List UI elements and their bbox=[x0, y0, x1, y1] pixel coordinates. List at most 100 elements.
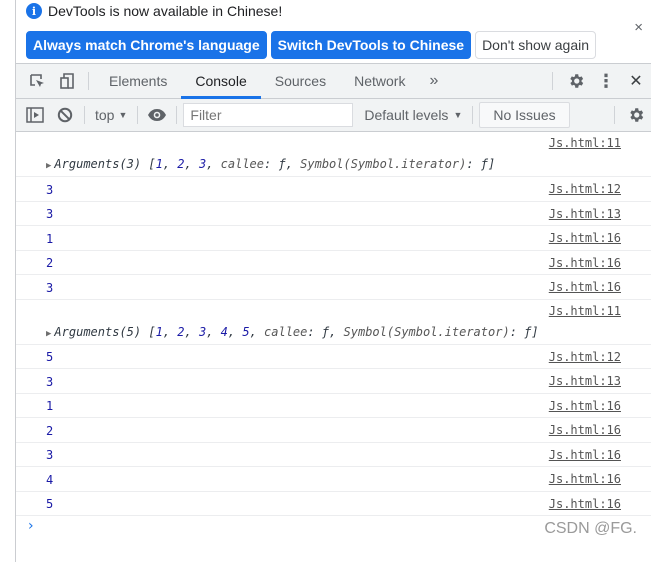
callee-key: callee bbox=[264, 324, 308, 339]
array-item: 1 bbox=[155, 324, 163, 339]
source-link[interactable]: Js.html:16 bbox=[549, 423, 621, 437]
array-item: 2 bbox=[177, 157, 185, 171]
clear-console-icon[interactable] bbox=[50, 101, 80, 129]
source-link[interactable]: Js.html:11 bbox=[549, 136, 621, 150]
source-link[interactable]: Js.html:12 bbox=[549, 350, 621, 364]
console-message: 3 Js.html:16 bbox=[16, 275, 651, 300]
console-message: 5 Js.html:12 bbox=[16, 345, 651, 369]
toolbar-divider bbox=[472, 106, 474, 124]
live-expression-eye-icon[interactable] bbox=[142, 101, 172, 129]
array-item: 2 bbox=[177, 324, 185, 339]
tab-console[interactable]: Console bbox=[181, 64, 262, 99]
logged-number: 1 bbox=[46, 399, 54, 413]
log-levels-label: Default levels bbox=[364, 107, 449, 123]
console-message: 1 Js.html:16 bbox=[16, 226, 651, 251]
console-message-object: Js.html:11 ▶ Arguments(3) [1, 2, 3, callee… bbox=[16, 132, 651, 177]
logged-number: 3 bbox=[46, 374, 54, 389]
array-item: 4 bbox=[220, 324, 228, 339]
expand-triangle-icon[interactable]: ▶ bbox=[46, 329, 51, 339]
console-messages: Js.html:11 ▶ Arguments(3) [1, 2, 3, callee… bbox=[16, 132, 651, 542]
tabbar-right-controls: ⋮ ✕ bbox=[544, 64, 651, 98]
console-message: 5 Js.html:16 bbox=[16, 492, 651, 516]
device-toolbar-icon[interactable] bbox=[52, 64, 82, 98]
source-link[interactable]: Js.html:16 bbox=[549, 231, 621, 245]
toolbar-divider bbox=[552, 72, 553, 90]
object-label: Arguments(3) bbox=[54, 157, 142, 171]
logged-number: 1 bbox=[46, 231, 54, 246]
prompt-chevron-icon: › bbox=[28, 518, 34, 534]
console-message: 3 Js.html:13 bbox=[16, 369, 651, 394]
function-glyph: ƒ bbox=[524, 324, 532, 339]
toolbar-divider bbox=[176, 106, 178, 124]
console-message: 3 Js.html:16 bbox=[16, 443, 651, 467]
log-levels-dropdown[interactable]: Default levels ▼ bbox=[364, 107, 462, 123]
source-link[interactable]: Js.html:16 bbox=[549, 256, 621, 270]
close-devtools-icon[interactable]: ✕ bbox=[621, 71, 651, 91]
source-link[interactable]: Js.html:11 bbox=[549, 304, 621, 318]
source-link[interactable]: Js.html:16 bbox=[549, 280, 621, 294]
toolbar-divider bbox=[84, 106, 85, 124]
console-message: 3 Js.html:13 bbox=[16, 202, 651, 226]
language-infobar: i DevTools is now available in Chinese! … bbox=[16, 0, 651, 64]
toolbar-divider bbox=[614, 106, 615, 124]
logged-number: 3 bbox=[46, 182, 54, 197]
logged-number: 2 bbox=[46, 423, 54, 438]
symbol-key: Symbol(Symbol.iterator) bbox=[343, 324, 510, 339]
source-link[interactable]: Js.html:16 bbox=[549, 472, 621, 486]
logged-number: 3 bbox=[46, 280, 54, 295]
console-message-object: Js.html:11 ▶ Arguments(5) [1, 2, 3, 4, 5, … bbox=[16, 300, 651, 345]
source-link[interactable]: Js.html:12 bbox=[549, 182, 621, 196]
console-prompt[interactable]: › CSDN @FG. bbox=[16, 516, 651, 542]
symbol-key: Symbol(Symbol.iterator) bbox=[300, 157, 467, 171]
source-link[interactable]: Js.html:13 bbox=[549, 207, 621, 221]
infobar-close-icon[interactable]: × bbox=[634, 19, 643, 36]
function-glyph: ƒ bbox=[278, 157, 286, 171]
logged-number: 3 bbox=[46, 448, 54, 462]
array-item: 3 bbox=[198, 324, 207, 339]
tab-network[interactable]: Network bbox=[340, 64, 419, 98]
console-message: 4 Js.html:16 bbox=[16, 467, 651, 492]
expand-triangle-icon[interactable]: ▶ bbox=[46, 161, 51, 171]
source-link[interactable]: Js.html:13 bbox=[549, 374, 621, 388]
settings-gear-icon[interactable] bbox=[561, 72, 591, 90]
function-glyph: ƒ bbox=[321, 324, 330, 339]
infobar-buttons: Always match Chrome's language Switch De… bbox=[26, 31, 597, 59]
source-link[interactable]: Js.html:16 bbox=[549, 497, 621, 511]
source-link[interactable]: Js.html:16 bbox=[549, 399, 621, 413]
issues-button[interactable]: No Issues bbox=[479, 102, 570, 128]
tab-sources[interactable]: Sources bbox=[261, 64, 340, 98]
logged-number: 5 bbox=[46, 350, 54, 364]
arguments-object-preview[interactable]: ▶ Arguments(3) [1, 2, 3, callee: ƒ, Symbo… bbox=[46, 157, 495, 171]
tab-elements[interactable]: Elements bbox=[95, 64, 181, 98]
dont-show-again-button[interactable]: Don't show again bbox=[475, 31, 597, 59]
filter-input[interactable] bbox=[183, 103, 354, 127]
more-options-icon[interactable]: ⋮ bbox=[591, 71, 621, 92]
object-label: Arguments(5) bbox=[54, 324, 142, 339]
infobar-message: DevTools is now available in Chinese! bbox=[48, 3, 283, 19]
arguments-object-preview[interactable]: ▶ Arguments(5) [1, 2, 3, 4, 5, callee: ƒ,… bbox=[46, 325, 539, 339]
console-message: 3 Js.html:12 bbox=[16, 177, 651, 202]
source-link[interactable]: Js.html:16 bbox=[549, 448, 621, 462]
array-item: 5 bbox=[242, 324, 250, 339]
function-glyph: ƒ bbox=[480, 157, 488, 171]
infobar-message-row: i DevTools is now available in Chinese! bbox=[26, 3, 282, 19]
context-selector[interactable]: top ▼ bbox=[89, 107, 133, 123]
logged-number: 3 bbox=[46, 207, 54, 221]
logged-number: 4 bbox=[46, 472, 54, 487]
chevron-down-icon: ▼ bbox=[118, 110, 128, 120]
console-toolbar: top ▼ Default levels ▼ No Issues bbox=[16, 99, 651, 132]
console-message: 2 Js.html:16 bbox=[16, 418, 651, 443]
console-message: 1 Js.html:16 bbox=[16, 394, 651, 418]
switch-to-chinese-button[interactable]: Switch DevTools to Chinese bbox=[270, 31, 472, 59]
more-tabs-icon[interactable]: » bbox=[419, 64, 448, 98]
logged-number: 5 bbox=[46, 497, 54, 511]
context-selector-value: top bbox=[95, 107, 115, 123]
callee-key: callee bbox=[220, 157, 264, 171]
toolbar-divider bbox=[88, 72, 89, 90]
chevron-down-icon: ▼ bbox=[453, 110, 463, 120]
always-match-language-button[interactable]: Always match Chrome's language bbox=[26, 31, 267, 59]
show-sidebar-icon[interactable] bbox=[20, 101, 50, 129]
console-settings-gear-icon[interactable] bbox=[621, 101, 651, 129]
info-icon: i bbox=[26, 3, 42, 19]
inspect-element-icon[interactable] bbox=[22, 64, 52, 98]
